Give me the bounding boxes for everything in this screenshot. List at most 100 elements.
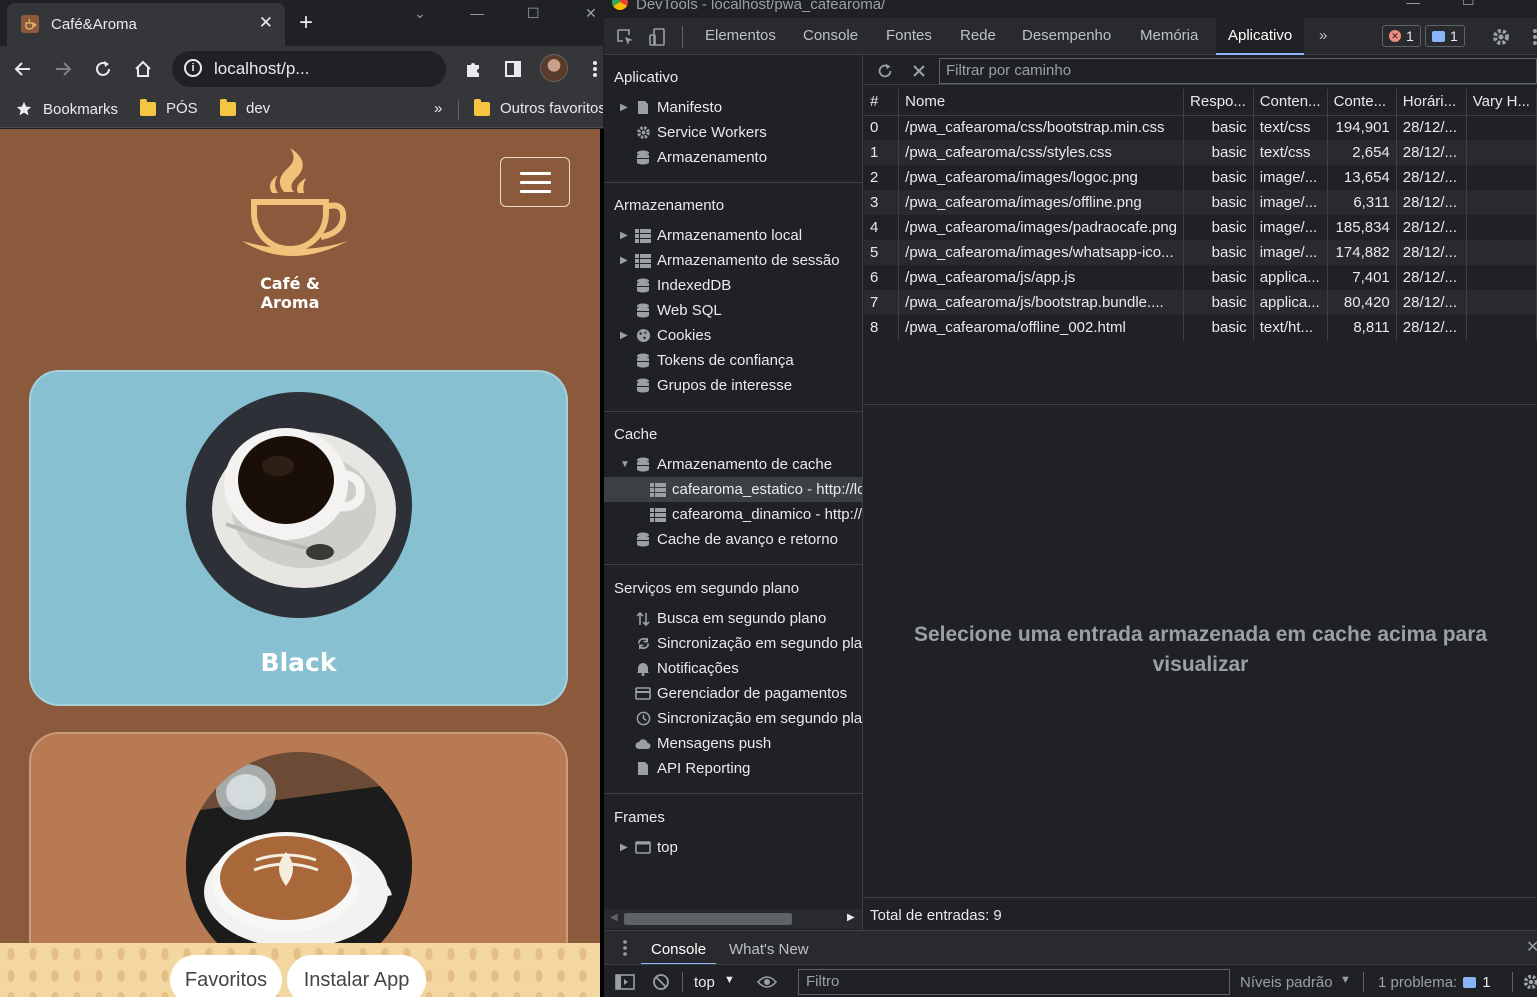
- column-header-response-type[interactable]: Respo...: [1183, 89, 1254, 116]
- menu-kebab-icon[interactable]: [582, 56, 603, 82]
- hamburger-menu-button[interactable]: [500, 157, 570, 207]
- sidebar-item-interest-groups[interactable]: Grupos de interesse: [604, 373, 862, 398]
- bookmark-bookmarks[interactable]: Bookmarks: [15, 100, 118, 118]
- clear-console-icon[interactable]: [648, 969, 674, 995]
- sidebar-item-cookies[interactable]: ▶ Cookies: [604, 323, 862, 348]
- live-expression-eye-icon[interactable]: [754, 969, 780, 995]
- devtools-menu-icon[interactable]: [1522, 24, 1537, 50]
- column-header-name[interactable]: Nome: [898, 89, 1185, 116]
- sidebar-item-push-messaging[interactable]: Mensagens push: [604, 731, 862, 756]
- tab-console[interactable]: Console: [803, 27, 858, 44]
- sidebar-item-trust-tokens[interactable]: Tokens de confiança: [604, 348, 862, 373]
- settings-gear-icon[interactable]: [1488, 24, 1514, 50]
- sidebar-item-service-workers[interactable]: Service Workers: [604, 120, 862, 145]
- scroll-right-icon[interactable]: ▶: [847, 912, 855, 923]
- chevron-down-icon[interactable]: ▼: [1340, 974, 1351, 986]
- context-selector[interactable]: top: [694, 974, 715, 991]
- sidebar-horizontal-scrollbar[interactable]: ◀ ▶: [604, 909, 862, 929]
- bookmark-pos[interactable]: PÓS: [140, 98, 198, 117]
- console-filter-input[interactable]: Filtro: [798, 969, 1230, 995]
- sidebar-item-background-fetch[interactable]: Busca em segundo plano: [604, 606, 862, 631]
- column-header-content-length[interactable]: Conte...: [1327, 89, 1397, 116]
- chevron-down-icon[interactable]: ▼: [724, 974, 735, 986]
- tab-application[interactable]: Aplicativo: [1216, 18, 1305, 55]
- address-text[interactable]: localhost/p...: [214, 59, 309, 79]
- bookmark-dev[interactable]: dev: [220, 98, 270, 117]
- sidebar-item-background-sync[interactable]: Sincronização em segundo plano: [604, 631, 862, 656]
- expand-arrow-icon[interactable]: ▶: [620, 230, 628, 241]
- new-tab-icon[interactable]: +: [299, 9, 313, 37]
- drawer-tab-console[interactable]: Console: [641, 931, 717, 965]
- table-row[interactable]: 2 /pwa_cafearoma/images/logoc.png basic …: [864, 165, 1537, 190]
- sidebar-toggle-icon[interactable]: [612, 969, 638, 995]
- preview-divider[interactable]: [864, 404, 1537, 405]
- minimize-icon[interactable]: —: [1406, 0, 1420, 10]
- scroll-left-icon[interactable]: ◀: [610, 912, 618, 923]
- sidebar-item-back-forward-cache[interactable]: Cache de avanço e retorno: [604, 527, 862, 552]
- filter-by-path-input[interactable]: Filtrar por caminho: [939, 58, 1537, 84]
- product-card-black[interactable]: Black: [29, 370, 568, 706]
- bookmark-other[interactable]: Outros favoritos: [474, 98, 603, 117]
- close-drawer-icon[interactable]: ✕: [1526, 937, 1537, 957]
- tab-network[interactable]: Rede: [960, 27, 996, 44]
- inspect-element-icon[interactable]: [612, 24, 638, 50]
- profile-avatar[interactable]: [540, 54, 568, 82]
- tab-sources[interactable]: Fontes: [886, 27, 932, 44]
- address-bar[interactable]: i localhost/p...: [172, 51, 446, 87]
- refresh-icon[interactable]: [872, 58, 898, 84]
- browser-tab[interactable]: Café&Aroma ✕: [7, 3, 285, 46]
- message-badge[interactable]: 1: [1425, 25, 1465, 47]
- expand-arrow-icon[interactable]: ▶: [620, 842, 628, 853]
- sidebar-item-cache-dynamic[interactable]: cafearoma_dinamico - http://l: [604, 502, 862, 527]
- sidebar-item-manifest[interactable]: ▶ Manifesto: [604, 95, 862, 120]
- minimize-icon[interactable]: —: [470, 5, 484, 21]
- extensions-icon[interactable]: [460, 56, 486, 82]
- maximize-icon[interactable]: ☐: [1462, 0, 1475, 9]
- tab-memory[interactable]: Memória: [1140, 27, 1198, 44]
- column-header-content-type[interactable]: Conten...: [1253, 89, 1328, 116]
- table-row[interactable]: 6 /pwa_cafearoma/js/app.js basic applica…: [864, 265, 1537, 290]
- sidebar-item-frame-top[interactable]: ▶ top: [604, 835, 862, 860]
- favorites-button[interactable]: Favoritos: [170, 955, 282, 997]
- column-header-time-cached[interactable]: Horári...: [1396, 89, 1467, 116]
- home-icon[interactable]: [130, 56, 156, 82]
- table-row[interactable]: 3 /pwa_cafearoma/images/offline.png basi…: [864, 190, 1537, 215]
- device-toolbar-icon[interactable]: [644, 24, 670, 50]
- tab-performance[interactable]: Desempenho: [1022, 27, 1111, 44]
- site-info-icon[interactable]: i: [184, 59, 202, 77]
- scrollbar-thumb[interactable]: [624, 913, 792, 925]
- back-icon[interactable]: [10, 56, 36, 82]
- column-header-vary-header[interactable]: Vary H...: [1466, 89, 1537, 116]
- side-panel-icon[interactable]: [500, 56, 526, 82]
- bookmarks-overflow-icon[interactable]: »: [434, 100, 442, 117]
- log-levels-dropdown[interactable]: Níveis padrão: [1240, 974, 1333, 991]
- more-tabs-icon[interactable]: »: [1319, 27, 1327, 44]
- forward-icon[interactable]: [50, 56, 76, 82]
- drawer-tab-whats-new[interactable]: What's New: [729, 941, 809, 958]
- delete-entry-icon[interactable]: [906, 58, 932, 84]
- sidebar-item-local-storage[interactable]: ▶ Armazenamento local: [604, 223, 862, 248]
- maximize-icon[interactable]: ☐: [527, 5, 540, 22]
- sidebar-item-cache-static[interactable]: cafearoma_estatico - http://lo: [604, 477, 862, 502]
- column-header-index[interactable]: #: [864, 89, 900, 116]
- error-badge[interactable]: ✕ 1: [1382, 25, 1421, 47]
- table-row[interactable]: 0 /pwa_cafearoma/css/bootstrap.min.css b…: [864, 115, 1537, 140]
- expand-arrow-icon[interactable]: ▶: [620, 255, 628, 266]
- install-app-button[interactable]: Instalar App: [287, 955, 426, 997]
- table-row[interactable]: 5 /pwa_cafearoma/images/whatsapp-ico... …: [864, 240, 1537, 265]
- sidebar-item-payment-handler[interactable]: Gerenciador de pagamentos: [604, 681, 862, 706]
- tab-elements[interactable]: Elementos: [705, 27, 776, 44]
- collapse-arrow-icon[interactable]: ▼: [620, 459, 630, 470]
- tab-search-icon[interactable]: ⌄: [414, 5, 426, 22]
- expand-arrow-icon[interactable]: ▶: [620, 102, 628, 113]
- sidebar-item-periodic-sync[interactable]: Sincronização em segundo plano: [604, 706, 862, 731]
- drawer-menu-icon[interactable]: [612, 935, 638, 961]
- table-row[interactable]: 1 /pwa_cafearoma/css/styles.css basic te…: [864, 140, 1537, 165]
- console-settings-icon[interactable]: [1518, 969, 1537, 995]
- sidebar-item-cache-storage[interactable]: ▼ Armazenamento de cache: [604, 452, 862, 477]
- sidebar-item-session-storage[interactable]: ▶ Armazenamento de sessão: [604, 248, 862, 273]
- sidebar-item-indexeddb[interactable]: IndexedDB: [604, 273, 862, 298]
- sidebar-item-storage[interactable]: Armazenamento: [604, 145, 862, 170]
- reload-icon[interactable]: [90, 56, 116, 82]
- sidebar-item-reporting-api[interactable]: API Reporting: [604, 756, 862, 781]
